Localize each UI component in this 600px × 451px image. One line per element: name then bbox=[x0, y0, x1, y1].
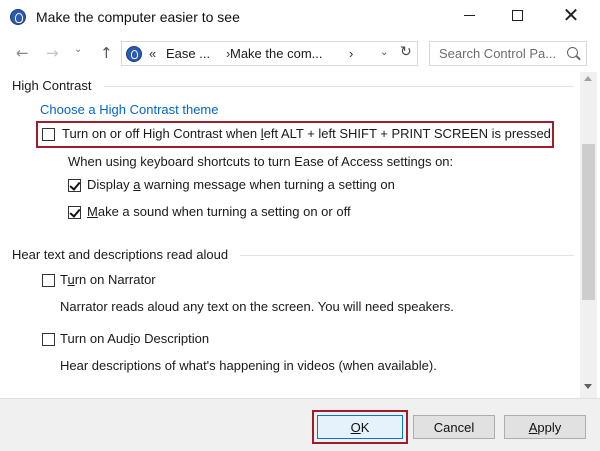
narrator-description: Narrator reads aloud any text on the scr… bbox=[60, 299, 454, 314]
high-contrast-heading: High Contrast bbox=[12, 78, 92, 93]
high-contrast-shortcut-checkbox[interactable] bbox=[42, 128, 55, 141]
arrow-up-icon: ↑ bbox=[100, 44, 113, 62]
navigation-bar: ← → ⌄ ↑ « Ease ... › Make the com... › ⌄… bbox=[0, 38, 600, 70]
up-button[interactable]: ↑ bbox=[100, 44, 113, 62]
forward-button[interactable]: → bbox=[46, 44, 59, 62]
audio-description-description: Hear descriptions of what's happening in… bbox=[60, 358, 437, 373]
audio-description-label[interactable]: Turn on Audio Description bbox=[60, 331, 209, 346]
title-bar: Make the computer easier to see ✕ bbox=[0, 0, 600, 34]
vertical-scrollbar[interactable] bbox=[580, 72, 597, 398]
window-title: Make the computer easier to see bbox=[36, 9, 240, 25]
recent-locations-button[interactable]: ⌄ bbox=[74, 44, 82, 55]
minimize-button[interactable] bbox=[446, 0, 492, 30]
close-icon: ✕ bbox=[562, 3, 580, 27]
scrollbar-thumb[interactable] bbox=[582, 144, 595, 300]
breadcrumb-make-computer-easier[interactable]: Make the com... bbox=[230, 46, 322, 61]
ease-of-access-icon bbox=[126, 46, 142, 62]
breadcrumb-ease-of-access[interactable]: Ease ... bbox=[166, 46, 210, 61]
high-contrast-shortcut-label[interactable]: Turn on or off High Contrast when left A… bbox=[62, 126, 551, 141]
scroll-down-icon[interactable] bbox=[584, 384, 592, 389]
scroll-up-icon[interactable] bbox=[584, 76, 592, 81]
narrator-label[interactable]: Turn on Narrator bbox=[60, 272, 156, 287]
cancel-button[interactable]: Cancel bbox=[413, 415, 495, 439]
maximize-button[interactable] bbox=[494, 0, 540, 30]
arrow-right-icon: → bbox=[46, 44, 59, 62]
search-placeholder: Search Control Pa... bbox=[439, 46, 557, 61]
address-bar[interactable]: « Ease ... › Make the com... › ⌄ ↻ bbox=[121, 41, 418, 66]
chevron-down-icon: ⌄ bbox=[74, 44, 83, 55]
sound-checkbox[interactable] bbox=[68, 206, 81, 219]
refresh-button[interactable]: ↻ bbox=[400, 44, 412, 60]
address-dropdown-button[interactable]: ⌄ bbox=[380, 47, 388, 58]
hear-text-heading: Hear text and descriptions read aloud bbox=[12, 247, 229, 262]
shortcut-note: When using keyboard shortcuts to turn Ea… bbox=[68, 154, 454, 169]
search-input[interactable]: Search Control Pa... bbox=[429, 41, 587, 66]
sound-label[interactable]: Make a sound when turning a setting on o… bbox=[87, 204, 351, 219]
dialog-footer: OK Cancel Apply bbox=[0, 398, 600, 451]
warning-message-checkbox[interactable] bbox=[68, 179, 81, 192]
breadcrumb-overflow[interactable]: « bbox=[149, 46, 156, 61]
minimize-icon bbox=[463, 14, 475, 16]
apply-button[interactable]: Apply bbox=[504, 415, 586, 439]
warning-message-label[interactable]: Display a warning message when turning a… bbox=[87, 177, 395, 192]
maximize-icon bbox=[511, 9, 523, 21]
arrow-left-icon: ← bbox=[16, 44, 29, 62]
content-pane: High Contrast Choose a High Contrast the… bbox=[0, 72, 600, 400]
ok-button[interactable]: OK bbox=[317, 415, 403, 439]
breadcrumb-separator[interactable]: › bbox=[349, 46, 353, 61]
close-button[interactable]: ✕ bbox=[548, 0, 594, 30]
ease-of-access-icon bbox=[10, 9, 26, 25]
section-divider bbox=[104, 86, 574, 87]
narrator-checkbox[interactable] bbox=[42, 274, 55, 287]
refresh-icon: ↻ bbox=[400, 44, 412, 60]
back-button[interactable]: ← bbox=[16, 44, 29, 62]
section-divider bbox=[240, 255, 574, 256]
choose-high-contrast-theme-link[interactable]: Choose a High Contrast theme bbox=[40, 102, 218, 117]
search-icon[interactable] bbox=[567, 47, 578, 58]
audio-description-checkbox[interactable] bbox=[42, 333, 55, 346]
